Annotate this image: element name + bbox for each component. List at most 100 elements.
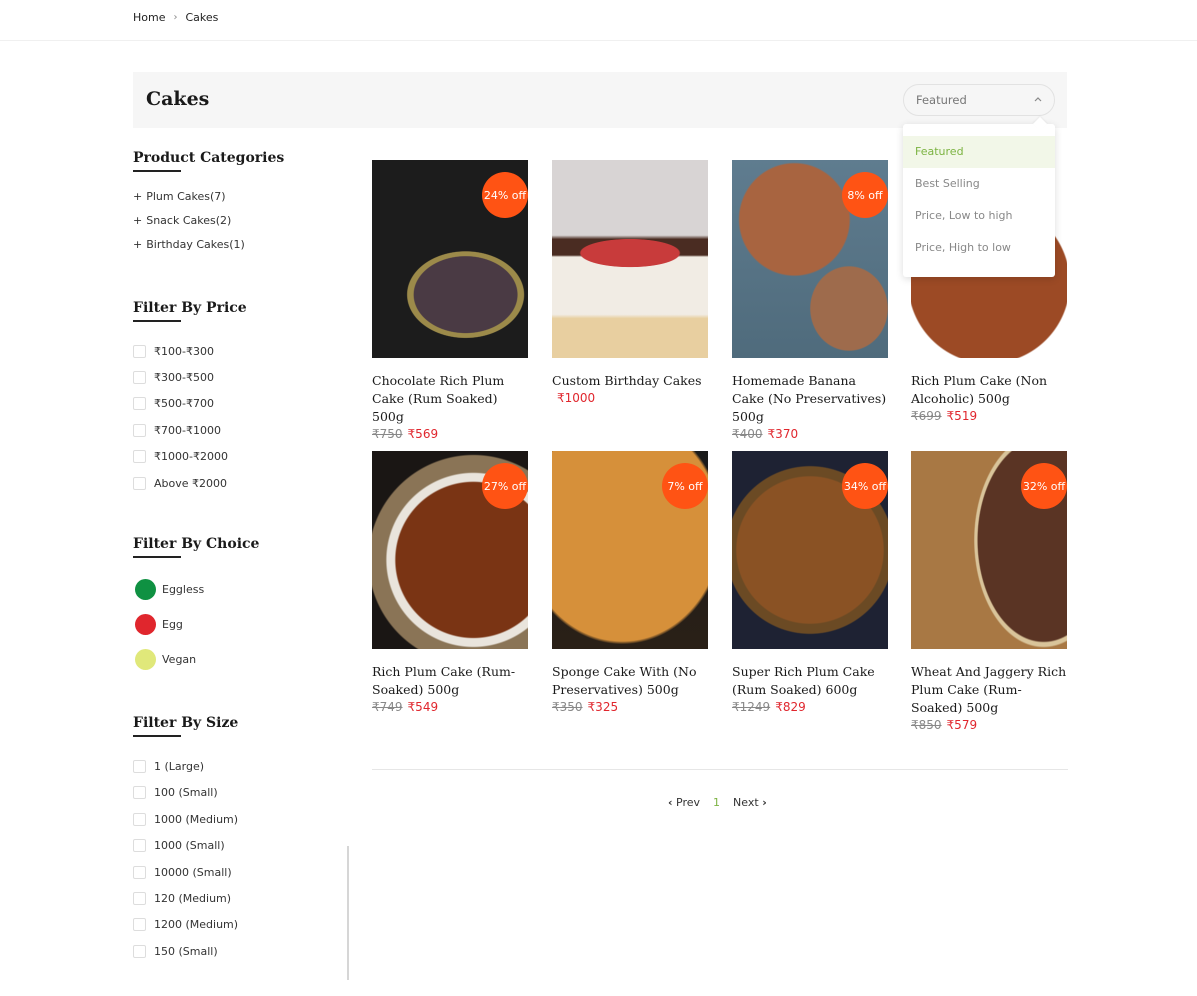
product-name-link[interactable]: Rich Plum Cake (Rum-Soaked) 500g (372, 663, 528, 699)
product-name-link[interactable]: Chocolate Rich Plum Cake (Rum Soaked) 50… (372, 372, 528, 426)
plus-icon: + (133, 238, 143, 251)
sort-selected-value: Featured (916, 93, 967, 107)
checkbox[interactable] (133, 891, 146, 905)
category-label: Birthday Cakes(1) (146, 238, 245, 251)
size-filter-option[interactable]: 10000 (Small) (133, 859, 348, 885)
sort-select[interactable]: Featured (903, 84, 1055, 116)
header-divider (0, 40, 1197, 41)
category-item-plum-cakes[interactable]: + Plum Cakes(7) (133, 190, 348, 214)
price-filter-option[interactable]: ₹100-₹300 (133, 338, 348, 364)
product-image[interactable]: 7% off (552, 451, 708, 649)
discount-badge: 8% off (842, 172, 888, 218)
product-name-link[interactable]: Rich Plum Cake (Non Alcoholic) 500g (911, 372, 1067, 408)
choice-filter-option[interactable]: Vegan (133, 642, 348, 677)
prev-page-button[interactable]: ‹ Prev (668, 796, 700, 809)
original-price: ₹699 (911, 409, 942, 423)
widget-title: Filter By Size (133, 715, 348, 738)
checkbox[interactable] (133, 839, 146, 853)
color-swatch-icon[interactable] (135, 614, 156, 636)
sort-option-best-selling[interactable]: Best Selling (903, 168, 1055, 200)
checkbox[interactable] (133, 812, 146, 826)
category-item-snack-cakes[interactable]: + Snack Cakes(2) (133, 214, 348, 238)
current-page[interactable]: 1 (713, 796, 720, 809)
size-filter-option[interactable]: 150 (Small) (133, 938, 348, 964)
sort-option-featured[interactable]: Featured (903, 136, 1055, 168)
sort-option-price-low-high[interactable]: Price, Low to high (903, 200, 1055, 232)
product-price: ₹750 ₹569 (372, 427, 528, 441)
color-swatch-icon[interactable] (135, 579, 156, 601)
price-filter-option[interactable]: ₹500-₹700 (133, 391, 348, 417)
price-filter-option[interactable]: ₹300-₹500 (133, 364, 348, 390)
product-card: 24% off Chocolate Rich Plum Cake (Rum Soa… (372, 160, 528, 441)
checkbox[interactable] (133, 944, 146, 958)
product-card: 32% off Wheat And Jaggery Rich Plum Cake … (911, 451, 1067, 732)
product-price: ₹749 ₹549 (372, 700, 528, 714)
color-swatch-icon[interactable] (135, 649, 156, 671)
option-label: ₹1000-₹2000 (154, 450, 228, 464)
product-categories-widget: Product Categories + Plum Cakes(7) + Snack… (133, 150, 348, 262)
sale-price: ₹519 (946, 409, 978, 423)
product-name-link[interactable]: Super Rich Plum Cake (Rum Soaked) 600g (732, 663, 888, 699)
option-label: ₹100-₹300 (154, 344, 214, 358)
filter-by-price-widget: Filter By Price ₹100-₹300 ₹300-₹500 ₹500-₹… (133, 300, 348, 496)
sidebar-scrollbar[interactable] (347, 846, 349, 980)
product-image[interactable]: 24% off (372, 160, 528, 358)
sort-option-price-high-low[interactable]: Price, High to low (903, 232, 1055, 264)
option-label: 10000 (Small) (154, 865, 232, 879)
checkbox[interactable] (133, 450, 146, 464)
size-filter-option[interactable]: 120 (Medium) (133, 885, 348, 911)
checkbox[interactable] (133, 918, 146, 932)
page-title: Cakes (146, 88, 210, 110)
checkbox[interactable] (133, 760, 146, 774)
product-image[interactable]: 32% off (911, 451, 1067, 649)
size-filter-option[interactable]: 1000 (Small) (133, 833, 348, 859)
sale-price: ₹579 (946, 718, 978, 732)
product-name-link[interactable]: Custom Birthday Cakes (552, 372, 708, 390)
product-price: ₹850 ₹579 (911, 718, 1067, 732)
checkbox[interactable] (133, 476, 146, 490)
product-card: 34% off Super Rich Plum Cake (Rum Soaked)… (732, 451, 888, 714)
sale-price: ₹569 (407, 427, 439, 441)
choice-filter-option[interactable]: Eggless (133, 572, 348, 607)
product-image[interactable]: 27% off (372, 451, 528, 649)
category-label: Plum Cakes(7) (146, 190, 226, 203)
checkbox[interactable] (133, 865, 146, 879)
checkbox[interactable] (133, 397, 146, 411)
product-image[interactable]: 8% off (732, 160, 888, 358)
size-filter-option[interactable]: 1000 (Medium) (133, 806, 348, 832)
product-price: ₹350 ₹325 (552, 700, 708, 714)
category-label: Snack Cakes(2) (146, 214, 232, 227)
price-filter-option[interactable]: Above ₹2000 (133, 470, 348, 496)
sale-price: ₹1000 (557, 391, 596, 405)
product-image[interactable] (552, 160, 708, 358)
checkbox[interactable] (133, 786, 146, 800)
choice-filter-option[interactable]: Egg (133, 607, 348, 642)
checkbox[interactable] (133, 371, 146, 385)
price-filter-option[interactable]: ₹700-₹1000 (133, 417, 348, 443)
product-name-link[interactable]: Wheat And Jaggery Rich Plum Cake (Rum-So… (911, 663, 1067, 717)
product-image[interactable]: 34% off (732, 451, 888, 649)
price-filter-option[interactable]: ₹1000-₹2000 (133, 444, 348, 470)
option-label: Egg (162, 618, 183, 632)
option-label: 100 (Small) (154, 786, 218, 800)
size-filter-option[interactable]: 1 (Large) (133, 753, 348, 779)
size-filter-option[interactable]: 1200 (Medium) (133, 912, 348, 938)
product-price: ₹400 ₹370 (732, 427, 888, 441)
widget-title: Filter By Choice (133, 536, 348, 559)
chevron-right-icon: › (173, 12, 178, 23)
product-name-link[interactable]: Homemade Banana Cake (No Preservatives) … (732, 372, 888, 426)
product-price: ₹699 ₹519 (911, 409, 1067, 423)
discount-badge: 27% off (482, 463, 528, 509)
size-filter-option[interactable]: 100 (Small) (133, 780, 348, 806)
sale-price: ₹829 (775, 700, 806, 714)
breadcrumb-home-link[interactable]: Home (133, 11, 165, 24)
product-name-link[interactable]: Sponge Cake With (No Preservatives) 500g (552, 663, 708, 699)
plus-icon: + (133, 214, 143, 227)
checkbox[interactable] (133, 344, 146, 358)
category-item-birthday-cakes[interactable]: + Birthday Cakes(1) (133, 238, 348, 262)
checkbox[interactable] (133, 423, 146, 437)
next-page-button[interactable]: Next › (733, 796, 767, 809)
filter-by-choice-widget: Filter By Choice Eggless Egg Vegan (133, 536, 348, 677)
product-price: ₹1000 (552, 391, 708, 405)
discount-badge: 7% off (662, 463, 708, 509)
